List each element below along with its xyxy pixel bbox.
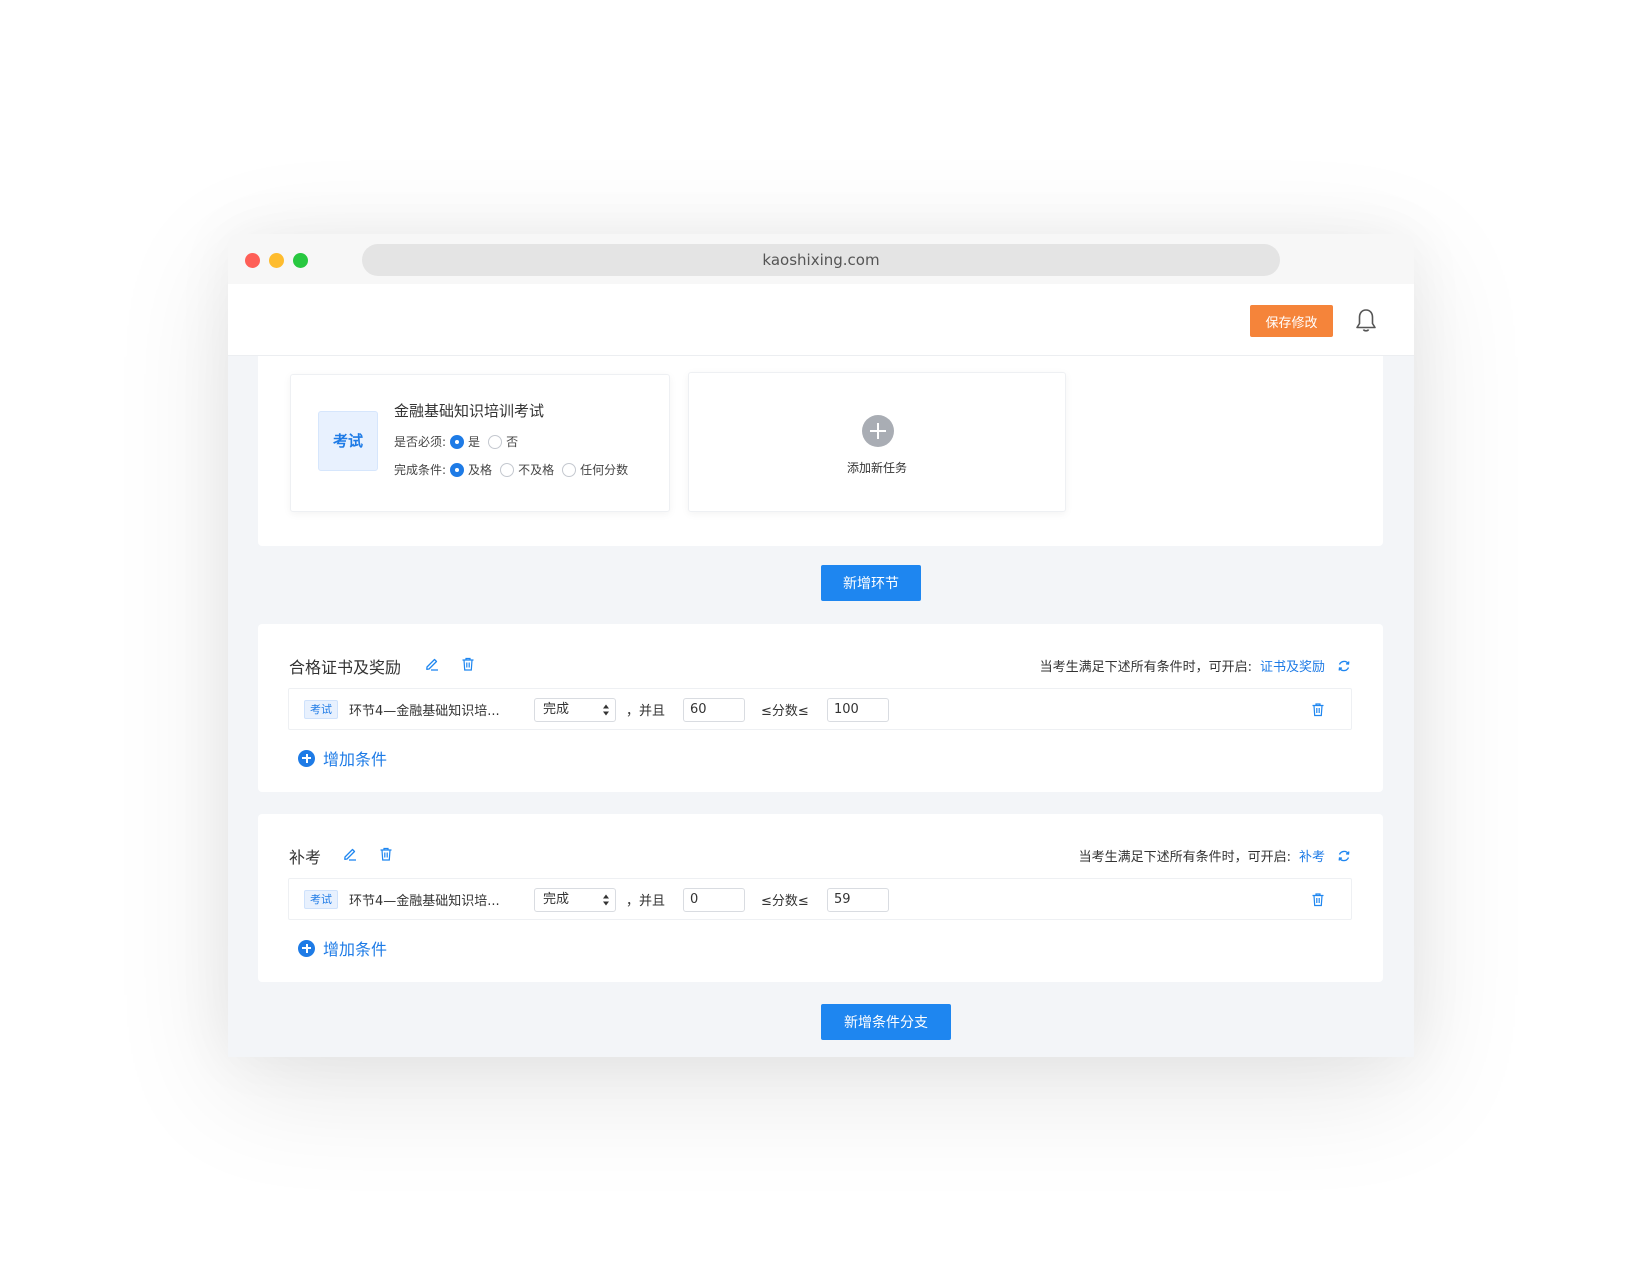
add-task-card[interactable]: 添加新任务 (688, 372, 1066, 512)
select-value: 完成 (543, 702, 570, 717)
radio-label: 任何分数 (580, 463, 629, 477)
add-task-label: 添加新任务 (846, 461, 907, 475)
condition-task-name: 环节4—金融基础知识培... (349, 894, 500, 909)
edit-icon[interactable] (342, 846, 358, 862)
condition-status-select[interactable]: 完成 (534, 888, 616, 912)
radio-unchecked-icon (500, 462, 515, 477)
branch-title: 合格证书及奖励 (289, 658, 402, 677)
and-label: ，并且 (626, 894, 666, 909)
score-range-label: ≤分数≤ (761, 894, 809, 909)
browser-titlebar: kaoshixing.com (228, 234, 1414, 284)
delete-condition-icon[interactable] (1311, 892, 1325, 907)
plus-circle-icon (298, 939, 315, 957)
refresh-icon[interactable] (1337, 849, 1351, 863)
add-condition-label: 增加条件 (323, 750, 388, 769)
task-title: 金融基础知识培训考试 (394, 402, 545, 420)
trash-icon[interactable] (378, 846, 394, 862)
unlock-condition-hint: 当考生满足下述所有条件时，可开启: 补考 (1079, 846, 1351, 865)
close-window-button[interactable] (245, 253, 260, 268)
add-stage-button[interactable]: 新增环节 (821, 565, 921, 601)
condition-type-tag: 考试 (304, 890, 338, 909)
unlock-target-link[interactable]: 补考 (1299, 846, 1325, 865)
edit-icon[interactable] (424, 656, 440, 672)
unlock-target-link[interactable]: 证书及奖励 (1260, 656, 1325, 675)
add-condition-button[interactable]: 增加条件 (298, 936, 387, 960)
condition-hint-text: 当考生满足下述所有条件时，可开启: (1078, 850, 1291, 865)
branch-card-certificate: 合格证书及奖励 当考生满足下述所有条件时，可开启: 证书及奖励 考试 环节4—金… (258, 624, 1383, 792)
required-label: 是否必须: (394, 435, 447, 449)
condition-row: 考试 环节4—金融基础知识培... 完成 ，并且 0 ≤分数≤ 59 (288, 878, 1352, 920)
condition-type-tag: 考试 (304, 700, 338, 719)
delete-condition-icon[interactable] (1311, 702, 1325, 717)
add-condition-branch-button[interactable]: 新增条件分支 (821, 1004, 951, 1040)
plus-circle-icon (862, 415, 894, 447)
radio-unchecked-icon (562, 462, 577, 477)
min-score-input[interactable]: 60 (683, 698, 745, 722)
maximize-window-button[interactable] (293, 253, 308, 268)
minimize-window-button[interactable] (269, 253, 284, 268)
add-condition-label: 增加条件 (323, 940, 388, 959)
min-score-input[interactable]: 0 (683, 888, 745, 912)
condition-row: 考试 环节4—金融基础知识培... 完成 ，并且 60 ≤分数≤ 100 (288, 688, 1352, 730)
radio-label: 是 (468, 435, 481, 449)
add-condition-button[interactable]: 增加条件 (298, 746, 387, 770)
radio-checked-icon (450, 462, 465, 477)
radio-label: 不及格 (518, 463, 555, 477)
select-arrows-icon (603, 704, 609, 716)
task-type-badge: 考试 (318, 411, 378, 471)
and-label: ，并且 (626, 704, 666, 719)
radio-unchecked-icon (488, 434, 503, 449)
complete-pass-radio[interactable]: 及格 (450, 461, 492, 478)
complete-fail-radio[interactable]: 不及格 (500, 461, 554, 478)
stage-card: 考试 金融基础知识培训考试 是否必须: 是 否 完成条件: 及格 不及格 任何分… (258, 356, 1383, 546)
max-score-input[interactable]: 100 (827, 698, 889, 722)
browser-window: kaoshixing.com 保存修改 考试 金融基础知识培训考试 是否必须: … (228, 234, 1414, 1057)
select-value: 完成 (543, 892, 570, 907)
required-yes-radio[interactable]: 是 (450, 433, 480, 450)
radio-label: 否 (506, 435, 519, 449)
score-range-label: ≤分数≤ (761, 704, 809, 719)
condition-task-name: 环节4—金融基础知识培... (349, 704, 500, 719)
complete-condition-row: 完成条件: 及格 不及格 任何分数 (394, 461, 636, 478)
condition-status-select[interactable]: 完成 (534, 698, 616, 722)
complete-any-radio[interactable]: 任何分数 (562, 461, 628, 478)
radio-label: 及格 (468, 463, 493, 477)
unlock-condition-hint: 当考生满足下述所有条件时，可开启: 证书及奖励 (1040, 656, 1351, 675)
plus-circle-icon (298, 749, 315, 767)
refresh-icon[interactable] (1337, 659, 1351, 673)
save-changes-button[interactable]: 保存修改 (1250, 305, 1333, 337)
bell-icon[interactable] (1354, 308, 1378, 334)
task-card[interactable]: 考试 金融基础知识培训考试 是否必须: 是 否 完成条件: 及格 不及格 任何分… (290, 374, 670, 512)
trash-icon[interactable] (460, 656, 476, 672)
branch-title: 补考 (289, 848, 322, 867)
radio-checked-icon (450, 434, 465, 449)
max-score-input[interactable]: 59 (827, 888, 889, 912)
select-arrows-icon (603, 894, 609, 906)
top-header: 保存修改 (228, 284, 1414, 356)
branch-card-makeup-exam: 补考 当考生满足下述所有条件时，可开启: 补考 考试 环节4—金融基础知识培..… (258, 814, 1383, 982)
required-row: 是否必须: 是 否 (394, 433, 526, 450)
address-bar[interactable]: kaoshixing.com (362, 244, 1280, 276)
required-no-radio[interactable]: 否 (488, 433, 518, 450)
complete-label: 完成条件: (394, 463, 447, 477)
condition-hint-text: 当考生满足下述所有条件时，可开启: (1039, 660, 1252, 675)
